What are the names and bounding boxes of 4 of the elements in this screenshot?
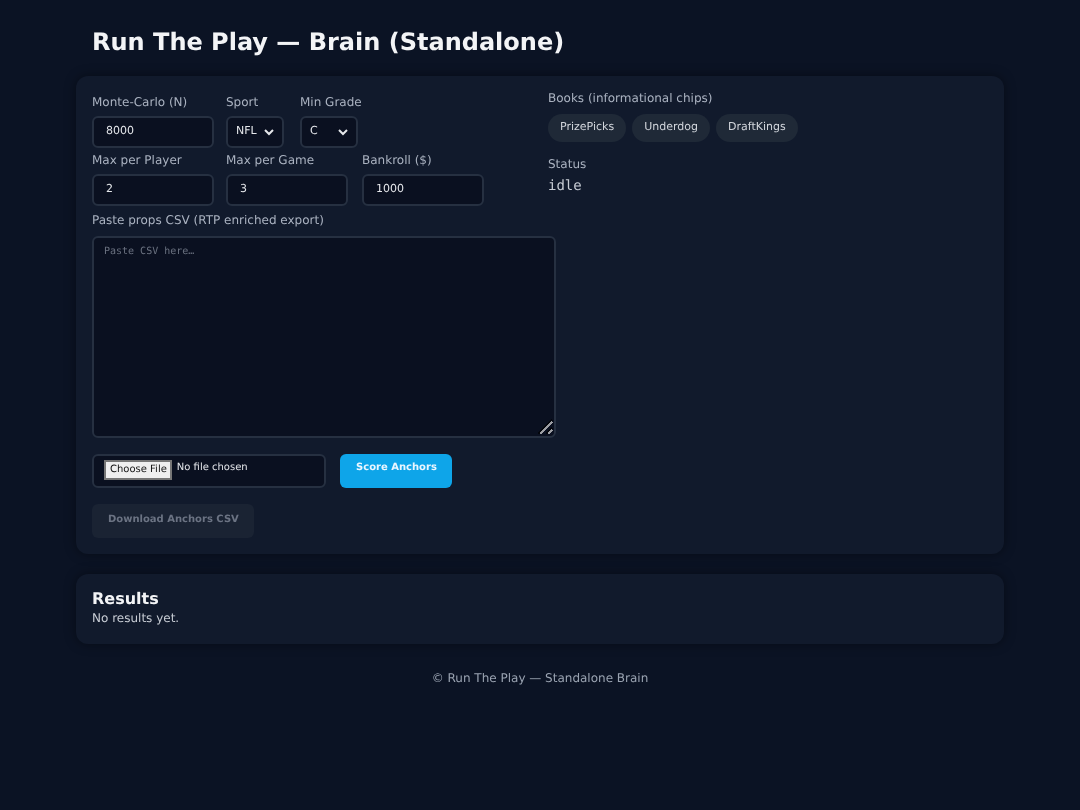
results-heading: Results (92, 591, 161, 610)
chevron-icon (264, 128, 274, 137)
page-title: Run The Play — Brain (Standalone) (92, 26, 567, 60)
chevron-icon (338, 128, 348, 137)
